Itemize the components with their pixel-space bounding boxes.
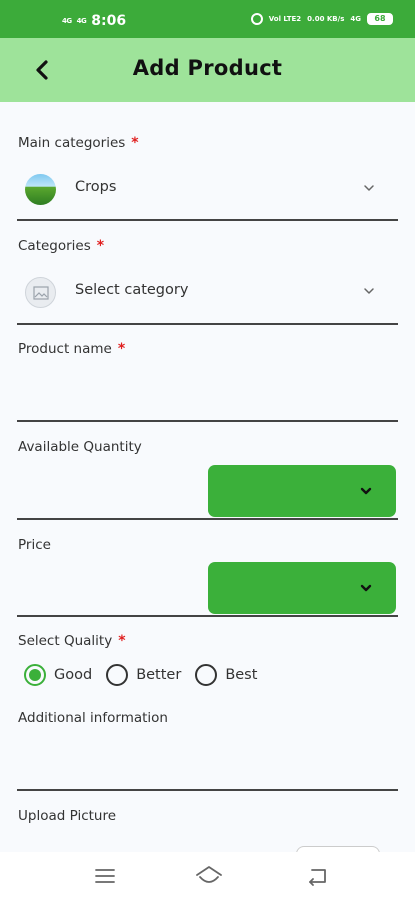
radio-unselected-icon[interactable] xyxy=(195,664,218,686)
chevron-down-icon xyxy=(360,487,372,495)
main-category-underline xyxy=(17,219,398,221)
page-title: Add Product xyxy=(132,56,283,80)
menu-icon xyxy=(95,869,115,883)
menu-nav-button[interactable] xyxy=(92,864,118,888)
required-marker: * xyxy=(118,633,126,649)
radio-unselected-icon[interactable] xyxy=(106,664,129,686)
price-unit-dropdown[interactable] xyxy=(208,562,396,614)
available-quantity-underline xyxy=(17,518,398,520)
status-right: Vol LTE2 0.00 KB/s 4G 68 xyxy=(250,13,393,25)
image-icon xyxy=(32,285,49,300)
signal-2-indicator: 4G xyxy=(76,16,87,25)
additional-info-input[interactable] xyxy=(17,740,398,784)
quality-option-better[interactable]: Better xyxy=(106,664,181,686)
main-category-label-text: Main categories xyxy=(18,135,126,151)
quality-radio-group: Good Better Best xyxy=(24,664,257,686)
volte-indicator: Vol LTE2 xyxy=(268,14,302,23)
main-category-value: Crops xyxy=(75,179,117,195)
image-placeholder-icon xyxy=(25,277,56,308)
upload-picture-label: Upload Picture xyxy=(18,808,117,824)
net-speed: 0.00 KB/s xyxy=(307,14,345,23)
home-icon xyxy=(196,866,222,883)
main-category-label: Main categories * xyxy=(18,135,139,151)
status-time: 8:06 xyxy=(91,13,127,29)
system-nav-bar xyxy=(0,852,415,900)
product-name-input[interactable] xyxy=(17,372,398,416)
quantity-unit-dropdown[interactable] xyxy=(208,465,396,517)
category-select[interactable]: Select category xyxy=(17,267,398,317)
quality-option-best[interactable]: Best xyxy=(195,664,257,686)
required-marker: * xyxy=(117,341,126,357)
available-quantity-label: Available Quantity xyxy=(18,439,142,455)
additional-info-label: Additional information xyxy=(18,710,168,726)
quality-option-label: Better xyxy=(136,667,182,683)
home-nav-button[interactable] xyxy=(194,864,224,888)
price-underline xyxy=(17,615,398,617)
required-marker: * xyxy=(131,135,139,151)
back-nav-button[interactable] xyxy=(304,864,330,888)
available-quantity-input[interactable] xyxy=(17,468,202,512)
battery-icon: 68 xyxy=(367,13,393,25)
category-label-text: Categories xyxy=(18,238,91,254)
price-label: Price xyxy=(18,537,51,553)
back-icon xyxy=(309,869,326,886)
status-bar: 4G 4G 8:06 Vol LTE2 0.00 KB/s 4G 68 xyxy=(0,0,415,38)
quality-label: Select Quality * xyxy=(18,633,126,649)
product-name-label-text: Product name xyxy=(18,341,112,357)
crops-thumbnail xyxy=(25,174,56,205)
network-4g-indicator: 4G xyxy=(350,14,361,23)
category-underline xyxy=(17,323,398,325)
app-bar: Add Product xyxy=(0,38,415,102)
required-marker: * xyxy=(96,238,105,254)
quality-option-label: Good xyxy=(54,667,93,683)
product-name-underline xyxy=(17,420,398,422)
quality-option-label: Best xyxy=(225,667,258,683)
chevron-down-icon xyxy=(364,288,374,294)
chevron-down-icon xyxy=(364,185,374,191)
price-input[interactable] xyxy=(17,566,202,610)
chevron-down-icon xyxy=(360,584,372,592)
quality-label-text: Select Quality xyxy=(18,633,113,649)
quality-option-good[interactable]: Good xyxy=(24,664,92,686)
product-name-label: Product name * xyxy=(18,341,125,357)
signal-1-indicator: 4G xyxy=(62,16,72,25)
status-left: 4G 4G 8:06 xyxy=(62,13,126,29)
alarm-icon xyxy=(250,13,263,25)
additional-info-underline xyxy=(17,789,398,791)
main-category-select[interactable]: Crops xyxy=(17,164,398,214)
category-value: Select category xyxy=(75,282,189,298)
radio-selected-icon[interactable] xyxy=(24,664,46,686)
category-label: Categories * xyxy=(18,238,104,254)
